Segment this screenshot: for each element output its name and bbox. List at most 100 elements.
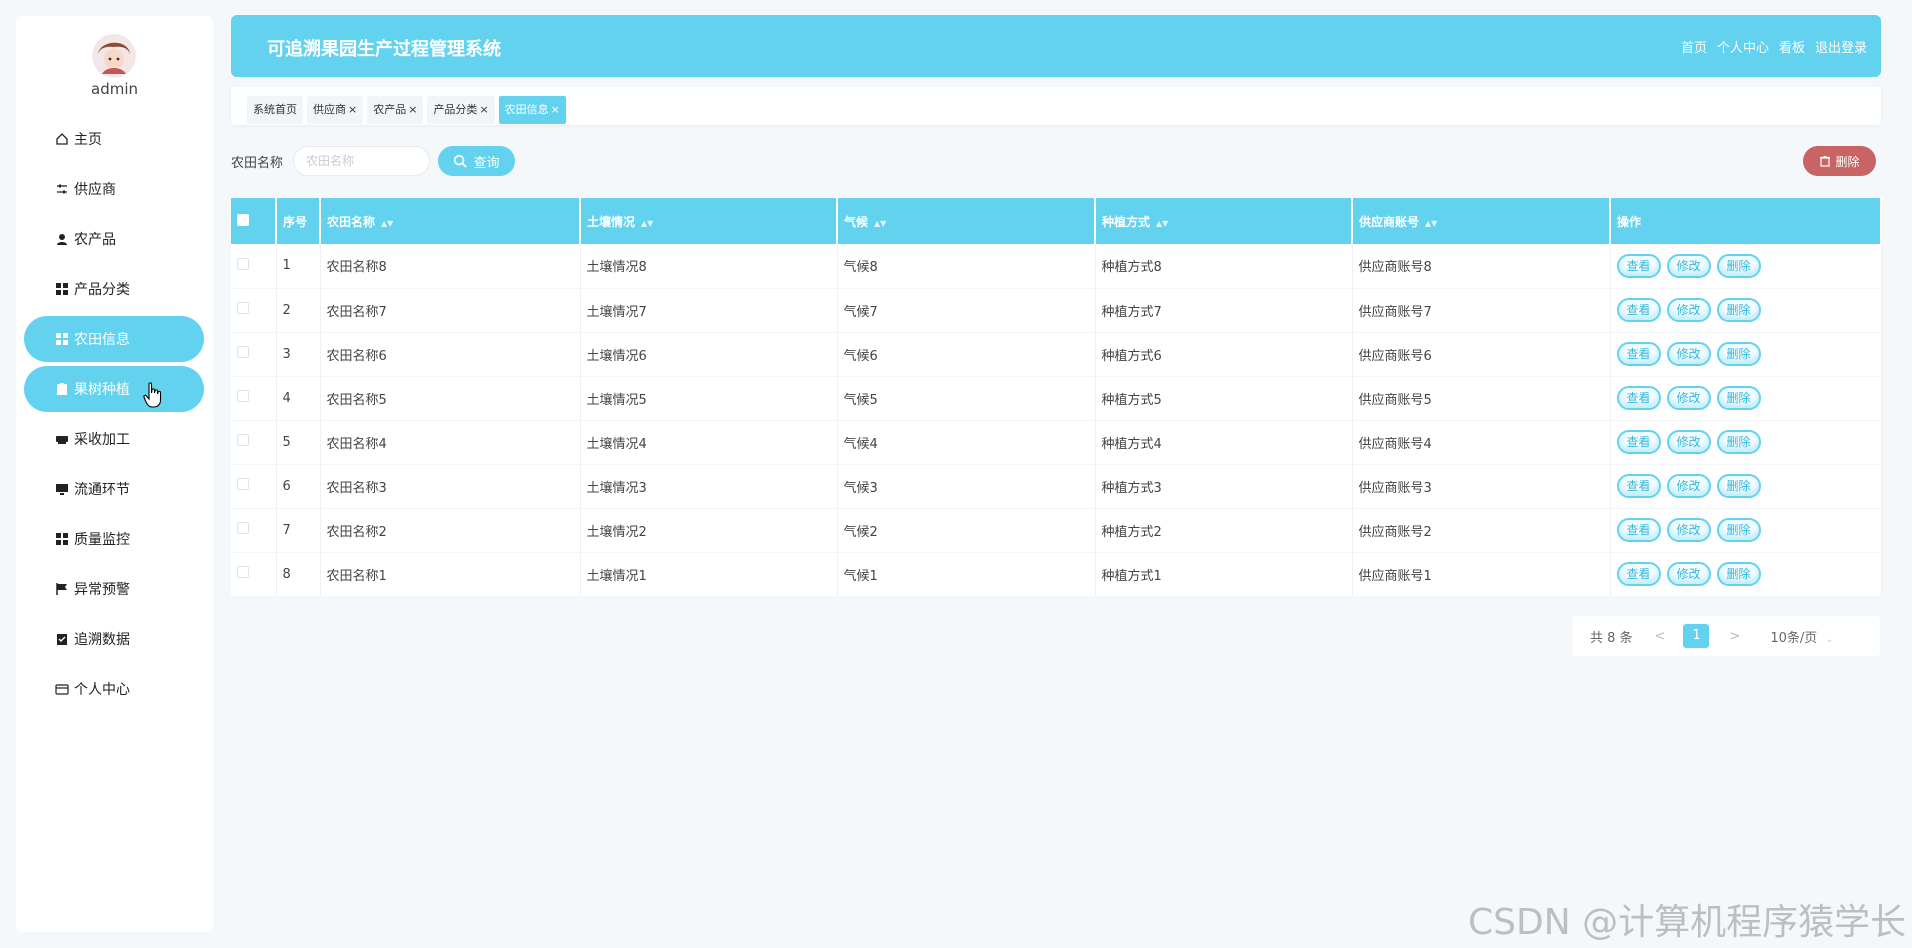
close-icon[interactable]: × bbox=[408, 96, 417, 124]
tab-0[interactable]: 系统首页 bbox=[247, 96, 303, 124]
sidebar-item-5[interactable]: 果树种植 bbox=[24, 366, 204, 412]
tab-1[interactable]: 供应商 × bbox=[307, 96, 364, 124]
page-size-select[interactable]: 10条/页 ⌄ bbox=[1770, 627, 1833, 646]
edit-button[interactable]: 修改 bbox=[1666, 518, 1711, 542]
nav-home-link[interactable]: 首页 bbox=[1681, 37, 1707, 56]
sidebar-item-3[interactable]: 产品分类 bbox=[24, 266, 204, 312]
search-input[interactable] bbox=[293, 146, 430, 176]
delete-row-button[interactable]: 删除 bbox=[1716, 518, 1761, 542]
close-icon[interactable]: × bbox=[479, 96, 488, 124]
row-select-cell[interactable] bbox=[231, 552, 277, 597]
edit-button[interactable]: 修改 bbox=[1666, 386, 1711, 410]
row-actions-cell: 查看 修改 删除 bbox=[1610, 244, 1882, 289]
delete-row-button[interactable]: 删除 bbox=[1716, 430, 1761, 454]
delete-row-button[interactable]: 删除 bbox=[1716, 253, 1761, 278]
delete-row-button[interactable]: 删除 bbox=[1716, 474, 1761, 498]
view-button[interactable]: 查看 bbox=[1616, 474, 1661, 498]
view-button[interactable]: 查看 bbox=[1616, 562, 1661, 586]
cell-index: 5 bbox=[276, 420, 321, 465]
view-button[interactable]: 查看 bbox=[1616, 430, 1661, 454]
close-icon[interactable]: × bbox=[348, 96, 357, 124]
sidebar-item-6[interactable]: 采收加工 bbox=[24, 416, 204, 462]
flag-icon bbox=[54, 581, 70, 597]
row-select-cell[interactable] bbox=[231, 508, 277, 553]
cell-supplier: 供应商账号4 bbox=[1352, 420, 1611, 465]
row-actions-cell: 查看 修改 删除 bbox=[1610, 376, 1882, 421]
col-header-soil[interactable]: 土壤情况 ▲▼ bbox=[580, 198, 838, 244]
delete-row-button[interactable]: 删除 bbox=[1716, 562, 1761, 586]
row-checkbox[interactable] bbox=[237, 566, 249, 578]
edit-button[interactable]: 修改 bbox=[1666, 430, 1711, 454]
sidebar-item-10[interactable]: 追溯数据 bbox=[24, 616, 204, 662]
row-checkbox[interactable] bbox=[237, 522, 249, 534]
nav-dashboard-link[interactable]: 看板 bbox=[1779, 37, 1805, 56]
cell-index: 7 bbox=[276, 508, 321, 553]
nav-logout-link[interactable]: 退出登录 bbox=[1815, 37, 1867, 56]
sort-icon[interactable]: ▲▼ bbox=[874, 219, 886, 228]
table-row: 1 农田名称8 土壤情况8 气候8 种植方式8 供应商账号8 查看 修改 删除 bbox=[231, 244, 1882, 289]
pagination-next[interactable]: > bbox=[1729, 629, 1740, 644]
row-checkbox[interactable] bbox=[237, 346, 249, 358]
edit-button[interactable]: 修改 bbox=[1666, 474, 1711, 498]
select-all-checkbox[interactable] bbox=[237, 213, 249, 226]
sidebar-item-label: 供应商 bbox=[74, 182, 116, 198]
edit-button[interactable]: 修改 bbox=[1666, 253, 1711, 278]
row-select-cell[interactable] bbox=[231, 332, 277, 377]
view-button[interactable]: 查看 bbox=[1616, 342, 1661, 366]
row-select-cell[interactable] bbox=[231, 420, 277, 465]
edit-button[interactable]: 修改 bbox=[1666, 562, 1711, 586]
search-button[interactable]: 查询 bbox=[438, 146, 515, 176]
view-button[interactable]: 查看 bbox=[1616, 518, 1661, 542]
delete-row-button[interactable]: 删除 bbox=[1716, 298, 1761, 322]
watermark: CSDN @计算机程序猿学长 bbox=[1468, 902, 1907, 943]
row-checkbox[interactable] bbox=[237, 302, 249, 314]
data-table: 序号 农田名称 ▲▼ 土壤情况 ▲▼ 气候 ▲▼ 种植方式 ▲▼ 供应商账号 ▲▼ 操作 … bbox=[231, 198, 1882, 597]
pagination-page-1[interactable]: 1 bbox=[1683, 624, 1710, 648]
batch-delete-button[interactable]: 删除 bbox=[1803, 146, 1876, 176]
row-select-cell[interactable] bbox=[231, 244, 277, 289]
row-select-cell[interactable] bbox=[231, 288, 277, 333]
sidebar-item-0[interactable]: 主页 bbox=[24, 116, 204, 162]
view-button[interactable]: 查看 bbox=[1616, 253, 1661, 278]
row-checkbox[interactable] bbox=[237, 478, 249, 490]
row-checkbox[interactable] bbox=[237, 390, 249, 402]
col-header-climate[interactable]: 气候 ▲▼ bbox=[837, 198, 1096, 244]
tab-2[interactable]: 农产品 × bbox=[367, 96, 424, 124]
avatar[interactable] bbox=[92, 34, 136, 78]
sidebar-item-4[interactable]: 农田信息 bbox=[24, 316, 204, 362]
edit-button[interactable]: 修改 bbox=[1666, 342, 1711, 366]
sidebar-item-2[interactable]: 农产品 bbox=[24, 216, 204, 262]
sort-icon[interactable]: ▲▼ bbox=[381, 219, 393, 228]
sidebar-item-label: 果树种植 bbox=[74, 382, 130, 398]
sidebar-item-9[interactable]: 异常预警 bbox=[24, 566, 204, 612]
sidebar-item-1[interactable]: 供应商 bbox=[24, 166, 204, 212]
row-select-cell[interactable] bbox=[231, 376, 277, 421]
close-icon[interactable]: × bbox=[551, 96, 560, 124]
cell-field-name: 农田名称5 bbox=[320, 376, 581, 421]
view-button[interactable]: 查看 bbox=[1616, 386, 1661, 410]
view-button[interactable]: 查看 bbox=[1616, 298, 1661, 322]
sidebar-item-7[interactable]: 流通环节 bbox=[24, 466, 204, 512]
sort-icon[interactable]: ▲▼ bbox=[1425, 219, 1437, 228]
cell-supplier: 供应商账号6 bbox=[1352, 332, 1611, 377]
row-checkbox[interactable] bbox=[237, 434, 249, 446]
delete-row-button[interactable]: 删除 bbox=[1716, 386, 1761, 410]
col-header-method[interactable]: 种植方式 ▲▼ bbox=[1095, 198, 1353, 244]
nav-profile-link[interactable]: 个人中心 bbox=[1717, 37, 1769, 56]
tab-3[interactable]: 产品分类 × bbox=[427, 96, 495, 124]
col-header-supplier[interactable]: 供应商账号 ▲▼ bbox=[1352, 198, 1611, 244]
row-checkbox[interactable] bbox=[237, 257, 249, 270]
sidebar-item-8[interactable]: 质量监控 bbox=[24, 516, 204, 562]
col-header-name[interactable]: 农田名称 ▲▼ bbox=[320, 198, 581, 244]
sidebar-item-11[interactable]: 个人中心 bbox=[24, 666, 204, 712]
delete-row-button[interactable]: 删除 bbox=[1716, 342, 1761, 366]
select-all-cell[interactable] bbox=[231, 198, 277, 244]
cell-index: 8 bbox=[276, 552, 321, 597]
top-header: 可追溯果园生产过程管理系统 首页 个人中心 看板 退出登录 bbox=[231, 15, 1881, 77]
row-select-cell[interactable] bbox=[231, 464, 277, 509]
pagination-prev[interactable]: < bbox=[1655, 629, 1666, 644]
tab-4[interactable]: 农田信息 × bbox=[498, 96, 566, 124]
sort-icon[interactable]: ▲▼ bbox=[641, 219, 653, 228]
edit-button[interactable]: 修改 bbox=[1666, 298, 1711, 322]
sort-icon[interactable]: ▲▼ bbox=[1156, 219, 1168, 228]
